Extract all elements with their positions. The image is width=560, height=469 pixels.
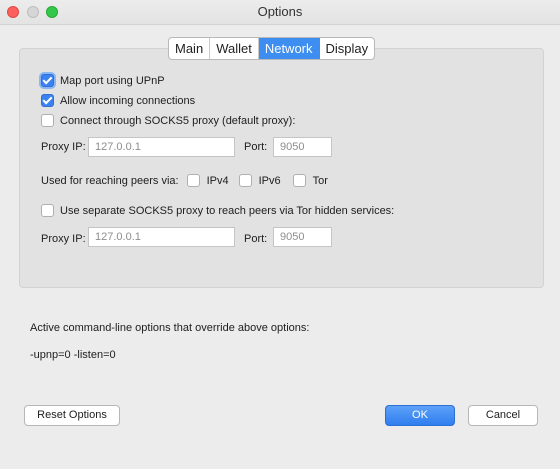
tor-proxy-port-input[interactable]: 9050 [273,227,332,247]
reach-peers-row: Used for reaching peers via: IPv4 IPv6 T… [41,174,328,187]
tab-display[interactable]: Display [320,38,375,59]
map-upnp-row[interactable]: Map port using UPnP [41,74,165,87]
override-label: Active command-line options that overrid… [30,322,310,334]
socks5-tor-checkbox[interactable] [41,204,54,217]
tab-network[interactable]: Network [258,38,320,59]
options-window: Options Main Wallet Network Display Map … [0,0,560,469]
socks5-tor-label: Use separate SOCKS5 proxy to reach peers… [60,204,395,217]
ipv6-checkbox[interactable] [238,174,252,187]
ok-button[interactable]: OK [385,405,455,426]
proxy-port-input[interactable]: 9050 [273,137,332,157]
map-upnp-label: Map port using UPnP [60,74,165,87]
socks5-default-row[interactable]: Connect through SOCKS5 proxy (default pr… [41,114,295,127]
allow-incoming-label: Allow incoming connections [60,94,196,107]
reach-peers-label: Used for reaching peers via: [41,174,179,187]
tor-proxy-ip-input[interactable]: 127.0.0.1 [88,227,235,247]
tab-bar: Main Wallet Network Display [168,37,376,60]
network-panel: Map port using UPnP Allow incoming conne… [19,48,544,288]
override-value: -upnp=0 -listen=0 [30,349,116,361]
socks5-tor-row[interactable]: Use separate SOCKS5 proxy to reach peers… [41,204,394,217]
ipv4-label: IPv4 [206,174,229,187]
socks5-default-checkbox[interactable] [41,114,54,127]
allow-incoming-row[interactable]: Allow incoming connections [41,94,195,107]
tor-checkbox[interactable] [292,174,306,187]
proxy-port-label: Port: [244,141,268,153]
tor-proxy-port-label: Port: [244,233,268,245]
tor-label: Tor [312,174,328,187]
title-bar: Options [0,0,560,25]
cancel-button[interactable]: Cancel [468,405,538,426]
allow-incoming-checkbox[interactable] [41,94,54,107]
map-upnp-checkbox[interactable] [41,74,54,87]
tab-main[interactable]: Main [169,38,211,59]
ipv4-checkbox[interactable] [186,174,200,187]
window-title: Options [257,4,303,19]
proxy-ip-label: Proxy IP: [41,141,86,153]
tab-wallet[interactable]: Wallet [210,38,259,59]
ipv6-label: IPv6 [258,174,281,187]
tor-proxy-ip-label: Proxy IP: [41,233,86,245]
reset-options-button[interactable]: Reset Options [24,405,120,426]
socks5-default-label: Connect through SOCKS5 proxy (default pr… [60,114,296,127]
proxy-ip-input[interactable]: 127.0.0.1 [88,137,235,157]
